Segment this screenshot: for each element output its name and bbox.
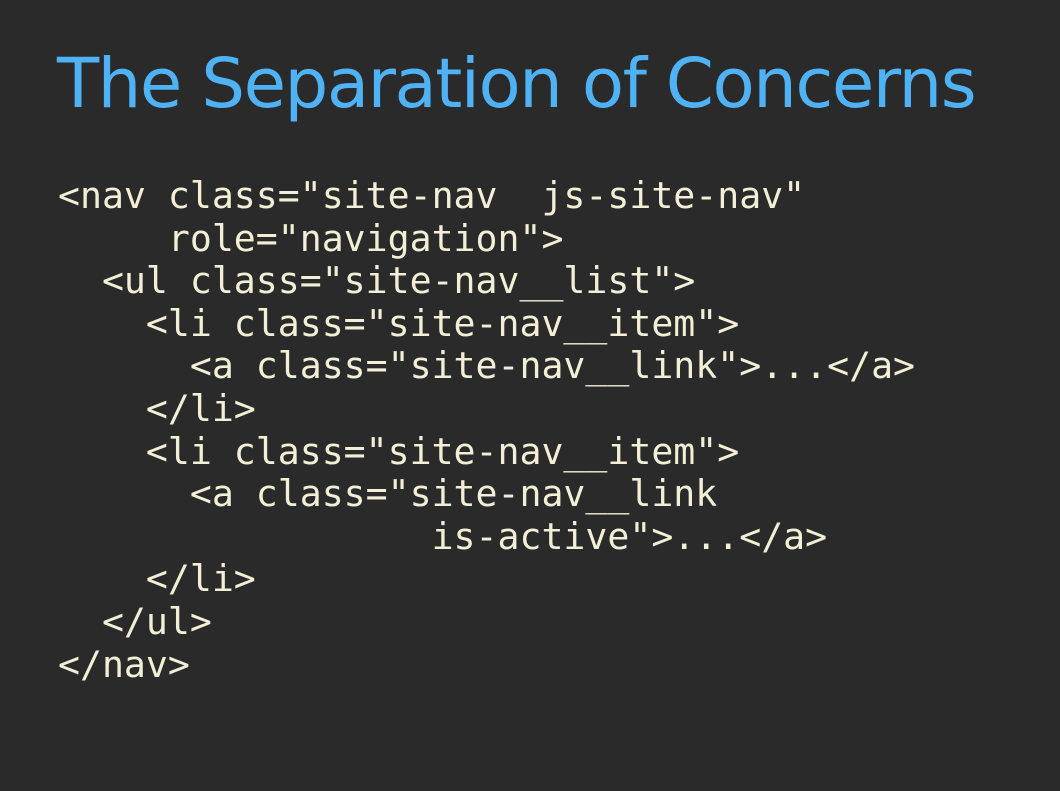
code-line: role="navigation"> bbox=[58, 216, 564, 260]
code-line: </li> bbox=[58, 557, 256, 601]
code-line: <a class="site-nav__link">...</a> bbox=[58, 344, 916, 388]
code-line: </li> bbox=[58, 386, 256, 430]
code-line: </nav> bbox=[58, 642, 190, 686]
code-line: <li class="site-nav__item"> bbox=[58, 301, 740, 345]
slide: The Separation of Concerns <nav class="s… bbox=[0, 0, 1060, 791]
code-block: <nav class="site-nav js-site-nav" role="… bbox=[58, 174, 916, 686]
code-line: <ul class="site-nav__list"> bbox=[58, 259, 696, 303]
code-line: <nav class="site-nav js-site-nav" bbox=[58, 174, 806, 217]
code-line: </ul> bbox=[58, 599, 212, 643]
slide-title: The Separation of Concerns bbox=[57, 44, 977, 124]
code-line: <a class="site-nav__link bbox=[58, 472, 718, 516]
code-line: is-active">...</a> bbox=[58, 514, 828, 558]
code-line: <li class="site-nav__item"> bbox=[58, 429, 740, 473]
